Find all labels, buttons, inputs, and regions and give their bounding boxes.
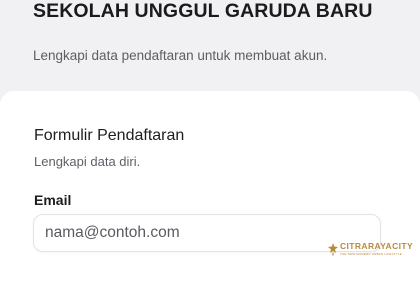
watermark-tagline: THE NEW MODERN URBAN LIFESTYLE — [340, 252, 403, 256]
brand-watermark: CITRARAYACITY THE NEW MODERN URBAN LIFES… — [327, 240, 420, 262]
school-name: SEKOLAH UNGGUL GARUDA BARU — [33, 0, 373, 22]
watermark-name: CITRARAYACITY — [340, 241, 414, 251]
form-title: Formulir Pendaftaran — [34, 127, 185, 144]
header-subtitle: Lengkapi data pendaftaran untuk membuat … — [33, 48, 328, 63]
page-header: SEKOLAH UNGGUL GARUDA BARU Lengkapi data… — [0, 0, 420, 96]
email-label: Email — [34, 192, 72, 208]
form-subtitle: Lengkapi data diri. — [34, 154, 141, 169]
citraraya-logo-icon — [328, 243, 338, 256]
